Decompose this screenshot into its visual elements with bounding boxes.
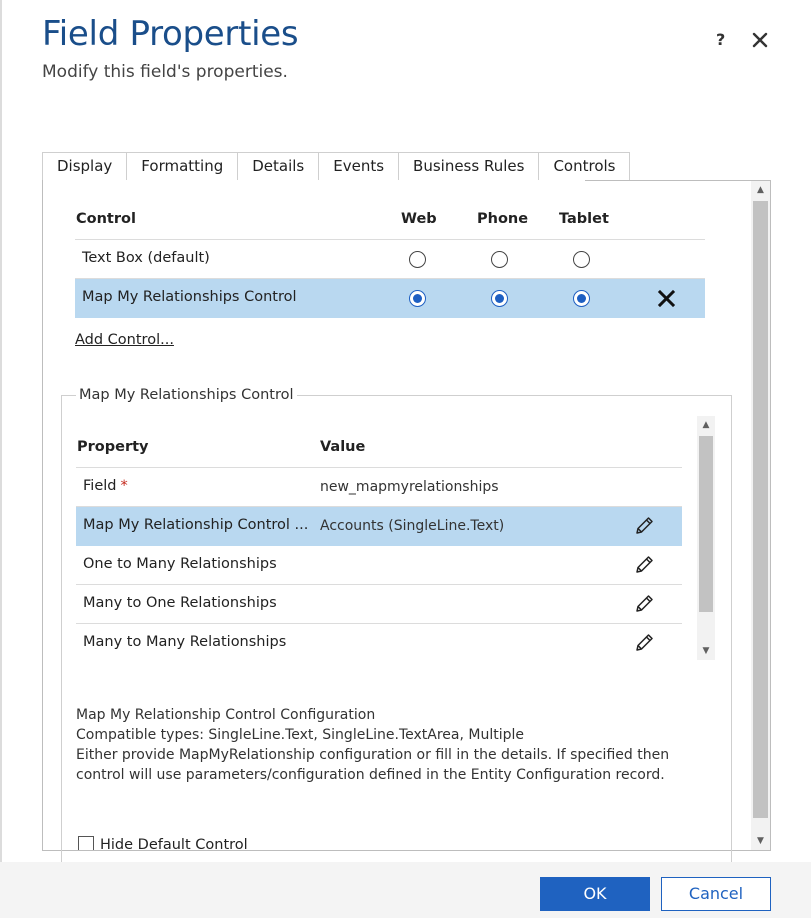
property-row-field[interactable]: Field * new_mapmyrelationships [76, 468, 682, 507]
control-row-text-box[interactable]: Text Box (default) [75, 240, 705, 279]
scroll-up-arrow-icon[interactable]: ▲ [751, 181, 770, 199]
header-web: Web [401, 211, 437, 227]
scroll-down-arrow-icon[interactable]: ▼ [697, 642, 715, 660]
web-radio[interactable] [409, 290, 426, 307]
property-value: new_mapmyrelationships [320, 479, 499, 495]
header-phone: Phone [477, 211, 529, 227]
property-name: Many to Many Relationships [83, 634, 287, 650]
properties-table-header: Property Value [76, 438, 682, 468]
tablet-radio[interactable] [573, 290, 590, 307]
properties-scrollbar[interactable]: ▲ ▼ [697, 416, 715, 660]
description-line: Map My Relationship Control Configuratio… [76, 707, 376, 723]
property-name: Map My Relationship Control ... [83, 517, 309, 533]
group-legend: Map My Relationships Control [76, 387, 297, 403]
property-row-configuration[interactable]: Map My Relationship Control ... Accounts… [76, 507, 682, 546]
tab-formatting[interactable]: Formatting [126, 152, 239, 181]
tab-details[interactable]: Details [237, 152, 320, 181]
hide-default-control-option[interactable]: Hide Default Control [78, 836, 248, 850]
controls-table-header: Control Web Phone Tablet [75, 210, 705, 240]
help-button[interactable]: ? [716, 30, 725, 49]
property-name: One to Many Relationships [83, 556, 277, 572]
scroll-thumb[interactable] [753, 201, 768, 818]
tab-controls[interactable]: Controls [538, 152, 631, 182]
web-radio[interactable] [409, 251, 426, 268]
property-row-many-to-many[interactable]: Many to Many Relationships [76, 624, 682, 663]
panel-top-border [585, 180, 771, 181]
control-name: Map My Relationships Control [82, 289, 297, 305]
header-tablet: Tablet [559, 211, 609, 227]
phone-radio[interactable] [491, 251, 508, 268]
scroll-up-arrow-icon[interactable]: ▲ [697, 416, 715, 434]
remove-control-icon[interactable] [657, 289, 676, 308]
control-description: Map My Relationship Control Configuratio… [76, 705, 716, 785]
description-line: control will use parameters/configuratio… [76, 767, 665, 783]
window-edge [0, 0, 2, 918]
cancel-button[interactable]: Cancel [661, 877, 771, 911]
property-name: Field * [83, 478, 128, 494]
tab-business-rules[interactable]: Business Rules [398, 152, 540, 181]
property-name: Many to One Relationships [83, 595, 277, 611]
header-property: Property [77, 439, 149, 455]
tablet-radio[interactable] [573, 251, 590, 268]
tab-events[interactable]: Events [318, 152, 400, 181]
close-icon[interactable] [750, 30, 770, 50]
scroll-down-arrow-icon[interactable]: ▼ [751, 832, 770, 850]
pencil-icon[interactable] [633, 515, 655, 537]
header-value: Value [320, 439, 366, 455]
scroll-thumb[interactable] [699, 436, 713, 612]
pencil-icon[interactable] [633, 632, 655, 654]
add-control-link[interactable]: Add Control... [75, 332, 174, 348]
description-line: Compatible types: SingleLine.Text, Singl… [76, 727, 524, 743]
pencil-icon[interactable] [633, 554, 655, 576]
property-row-one-to-many[interactable]: One to Many Relationships [76, 546, 682, 585]
panel-scrollbar[interactable]: ▲ ▼ [751, 181, 770, 850]
tab-bar: Display Formatting Details Events Busine… [42, 152, 631, 182]
pencil-icon[interactable] [633, 593, 655, 615]
control-row-map-my-relationships[interactable]: Map My Relationships Control [75, 279, 705, 318]
control-name: Text Box (default) [82, 250, 210, 266]
description-line: Either provide MapMyRelationship configu… [76, 747, 670, 763]
hide-default-checkbox[interactable] [78, 836, 94, 850]
property-row-many-to-one[interactable]: Many to One Relationships [76, 585, 682, 624]
phone-radio[interactable] [491, 290, 508, 307]
header-control: Control [76, 211, 136, 227]
dialog-subtitle: Modify this field's properties. [42, 62, 288, 82]
property-value: Accounts (SingleLine.Text) [320, 518, 505, 534]
hide-default-label: Hide Default Control [100, 837, 248, 850]
ok-button[interactable]: OK [540, 877, 650, 911]
tab-display[interactable]: Display [42, 152, 128, 181]
dialog-title: Field Properties [42, 14, 299, 54]
required-indicator: * [120, 478, 128, 494]
